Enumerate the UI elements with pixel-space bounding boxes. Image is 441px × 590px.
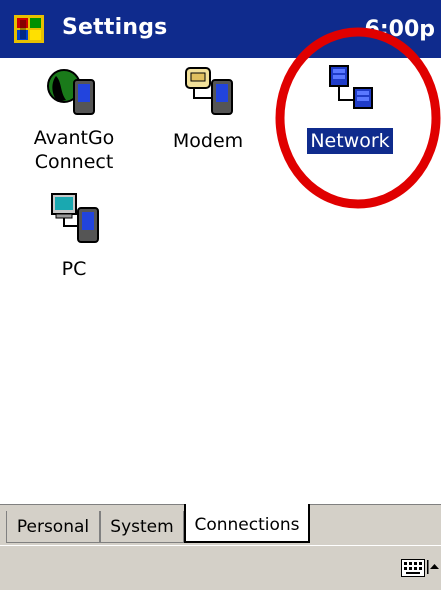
app-modem[interactable]: Modem bbox=[148, 62, 268, 154]
tab-personal[interactable]: Personal bbox=[6, 511, 100, 543]
app-network[interactable]: Network bbox=[290, 62, 410, 154]
keyboard-icon[interactable] bbox=[401, 559, 425, 577]
app-label: PC bbox=[61, 258, 87, 280]
chevron-up-icon[interactable] bbox=[427, 560, 439, 574]
start-menu-icon[interactable] bbox=[14, 15, 44, 43]
avantgo-icon bbox=[47, 69, 95, 115]
clock[interactable]: 6:00p bbox=[365, 17, 435, 42]
app-label: Network bbox=[307, 128, 393, 154]
app-avantgo-connect[interactable]: AvantGo Connect bbox=[14, 62, 134, 174]
command-bar bbox=[0, 545, 441, 590]
tab-system[interactable]: System bbox=[100, 511, 184, 543]
app-label: Modem bbox=[172, 130, 244, 152]
modem-icon bbox=[185, 67, 233, 115]
app-label-line1: AvantGo bbox=[33, 127, 115, 149]
network-icon bbox=[329, 65, 373, 109]
title-bar: Settings 6:00p bbox=[0, 0, 441, 58]
pc-icon bbox=[51, 193, 99, 243]
window-title: Settings bbox=[62, 15, 168, 40]
tab-connections[interactable]: Connections bbox=[184, 504, 310, 543]
app-label-line2: Connect bbox=[34, 151, 114, 173]
app-pc[interactable]: PC bbox=[14, 190, 134, 282]
tab-bar: Personal System Connections bbox=[0, 504, 441, 545]
